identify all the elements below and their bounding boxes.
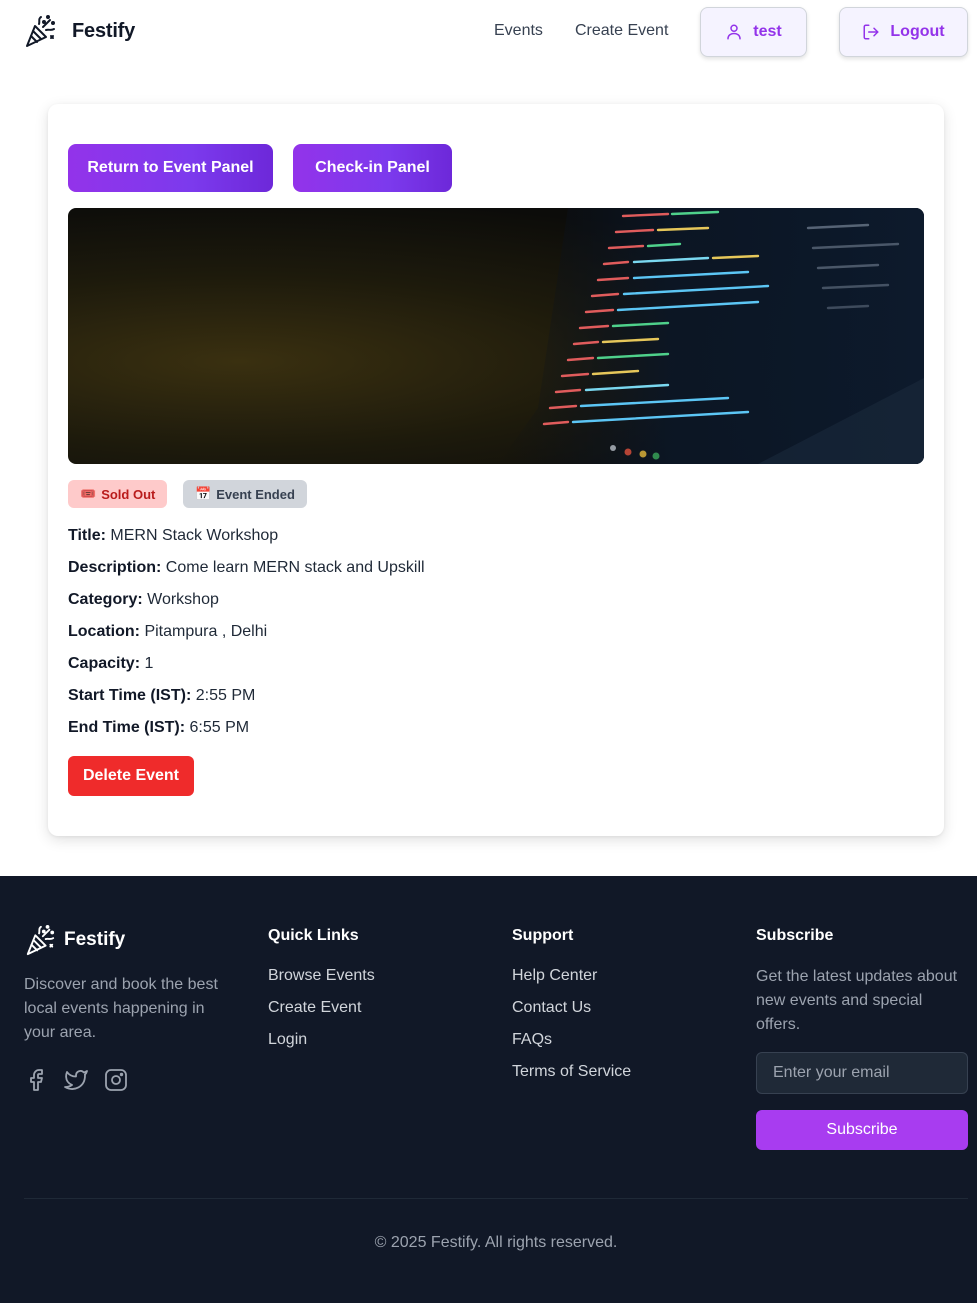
footer-link-faqs[interactable]: FAQs [512,1031,552,1049]
user-profile-button[interactable]: test [700,7,807,57]
facebook-icon[interactable] [24,1068,48,1092]
event-category-field: Category: Workshop [68,591,219,609]
field-label: Title: [68,527,106,544]
logout-label: Logout [890,23,945,40]
footer-link-create-event[interactable]: Create Event [268,999,361,1017]
field-label: Start Time (IST): [68,687,192,704]
subscribe-email-input[interactable] [756,1052,968,1094]
party-popper-icon [26,924,55,956]
event-start-time-field: Start Time (IST): 2:55 PM [68,687,255,705]
logout-button[interactable]: Logout [839,7,968,57]
site-footer: Festify Discover and book the best local… [0,876,977,1303]
field-label: Capacity: [68,655,141,672]
footer-brand-name: Festify [64,929,126,950]
party-popper-icon [26,15,55,47]
brand-name: Festify [72,19,136,42]
field-value: Come learn MERN stack and Upskill [165,559,425,576]
calendar-icon: 📅 [195,486,212,501]
event-ended-badge: 📅 Event Ended [183,480,307,508]
field-value: Pitampura , Delhi [144,623,268,640]
field-label: Description: [68,559,162,576]
top-navbar: Festify Events Create Event test Logout [0,0,977,64]
event-location-field: Location: Pitampura , Delhi [68,623,267,641]
nav-link-create-event[interactable]: Create Event [575,22,668,40]
user-icon [727,24,742,40]
sold-out-label: Sold Out [101,486,156,502]
subscribe-title: Subscribe [756,927,834,944]
field-value: 1 [144,655,154,672]
copyright-text: © 2025 Festify. All rights reserved. [374,1234,618,1251]
footer-link-terms[interactable]: Terms of Service [512,1063,631,1081]
code-screen-illustration [498,208,924,464]
event-banner-image [68,208,924,464]
field-label: Location: [68,623,140,640]
subscribe-button[interactable]: Subscribe [756,1110,968,1150]
event-ended-label: Event Ended [216,486,295,502]
quick-links-title: Quick Links [268,927,359,944]
sold-out-badge: 🎟️ Sold Out [68,480,168,508]
brand-logo-link[interactable]: Festify [24,14,135,48]
event-capacity-field: Capacity: 1 [68,655,153,673]
user-name: test [753,23,782,40]
field-value: 6:55 PM [189,719,250,736]
delete-event-button[interactable]: Delete Event [68,756,194,796]
footer-link-contact-us[interactable]: Contact Us [512,999,591,1017]
event-title-field: Title: MERN Stack Workshop [68,527,278,545]
field-value: Workshop [147,591,219,608]
footer-description: Discover and book the best local events … [24,976,218,1041]
footer-link-login[interactable]: Login [268,1031,307,1049]
instagram-icon[interactable] [104,1068,128,1092]
field-value: MERN Stack Workshop [110,527,279,544]
event-description-field: Description: Come learn MERN stack and U… [68,559,425,577]
checkin-panel-button[interactable]: Check-in Panel [293,144,452,192]
event-detail-card: Return to Event Panel Check-in Panel 🎟️ … [48,104,944,836]
footer-divider [24,1198,968,1199]
nav-link-events[interactable]: Events [494,22,543,40]
footer-link-browse-events[interactable]: Browse Events [268,967,375,985]
logout-icon [863,24,879,40]
field-label: Category: [68,591,143,608]
support-title: Support [512,927,574,944]
twitter-icon[interactable] [64,1068,88,1092]
event-end-time-field: End Time (IST): 6:55 PM [68,719,249,737]
footer-brand[interactable]: Festify [24,924,125,956]
field-value: 2:55 PM [195,687,256,704]
ticket-icon: 🎟️ [80,486,97,501]
footer-link-help-center[interactable]: Help Center [512,967,597,985]
return-to-event-panel-button[interactable]: Return to Event Panel [68,144,273,192]
subscribe-description: Get the latest updates about new events … [756,968,958,1033]
field-label: End Time (IST): [68,719,186,736]
